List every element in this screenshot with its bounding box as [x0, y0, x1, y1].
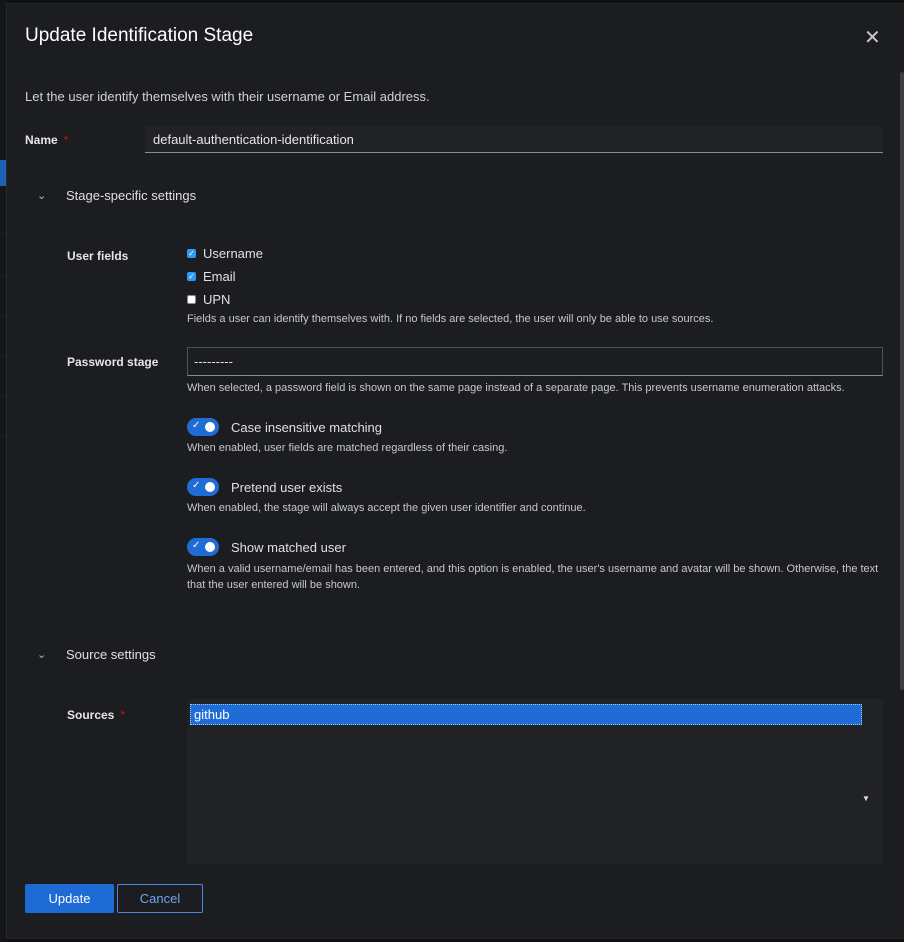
show-matched-user-switch[interactable]: ✓: [187, 538, 219, 556]
checkbox-upn-label: UPN: [203, 292, 231, 307]
pretend-user-exists-label: Pretend user exists: [231, 480, 343, 495]
chevron-down-icon: ⌄: [37, 649, 47, 661]
switch-knob: [205, 422, 215, 432]
chevron-down-icon: ⌄: [37, 190, 47, 202]
switch-knob: [205, 542, 215, 552]
name-label-text: Name: [25, 133, 58, 147]
required-mark: *: [120, 708, 126, 722]
modal-scrollbar[interactable]: [900, 72, 904, 690]
caret-down-icon: ▼: [862, 794, 870, 803]
sources-label: Sources *: [67, 708, 125, 722]
source-option-github[interactable]: github: [190, 704, 862, 725]
modal-title: Update Identification Stage: [25, 25, 254, 46]
sources-multiselect[interactable]: github ▼: [187, 699, 883, 864]
password-stage-help: When selected, a password field is shown…: [187, 382, 845, 394]
backdrop-divider: [0, 395, 6, 396]
backdrop-divider: [0, 315, 6, 316]
source-settings-toggle[interactable]: ⌄ Source settings: [37, 647, 156, 662]
stage-settings-header: Stage-specific settings: [66, 188, 197, 203]
password-stage-label: Password stage: [67, 355, 159, 369]
name-label: Name *: [25, 133, 68, 147]
backdrop-divider: [0, 233, 6, 234]
update-button[interactable]: Update: [25, 884, 114, 913]
checkbox-email-label: Email: [203, 269, 236, 284]
backdrop-divider: [0, 435, 6, 436]
checkbox-upn-row[interactable]: UPN: [187, 292, 230, 307]
checkbox-email-row[interactable]: ✓ Email: [187, 269, 236, 284]
checkbox-upn[interactable]: [187, 295, 196, 304]
backdrop-divider: [0, 275, 6, 276]
user-fields-label: User fields: [67, 249, 129, 263]
backdrop-divider: [0, 355, 6, 356]
show-matched-user-help: When a valid username/email has been ent…: [187, 563, 879, 591]
sources-label-text: Sources: [67, 708, 115, 722]
modal-dialog: Update Identification Stage ✕ Let the us…: [7, 4, 904, 938]
checkbox-username[interactable]: ✓: [187, 249, 196, 258]
source-settings-header: Source settings: [66, 647, 156, 662]
password-stage-select[interactable]: ---------: [187, 347, 883, 376]
stage-settings-toggle[interactable]: ⌄ Stage-specific settings: [37, 188, 196, 203]
name-input[interactable]: [145, 126, 883, 153]
checkbox-email[interactable]: ✓: [187, 272, 196, 281]
user-fields-help: Fields a user can identify themselves wi…: [187, 313, 714, 325]
backdrop-highlight: [0, 160, 6, 186]
close-icon[interactable]: ✕: [864, 28, 881, 48]
case-insensitive-switch[interactable]: ✓: [187, 418, 219, 436]
required-mark: *: [63, 133, 69, 147]
check-icon: ✓: [192, 420, 201, 431]
checkbox-username-row[interactable]: ✓ Username: [187, 246, 263, 261]
check-icon: ✓: [192, 540, 201, 551]
case-insensitive-label: Case insensitive matching: [231, 420, 383, 435]
pretend-user-exists-switch[interactable]: ✓: [187, 478, 219, 496]
show-matched-user-label: Show matched user: [231, 540, 346, 555]
checkbox-username-label: Username: [203, 246, 263, 261]
pretend-user-exists-help: When enabled, the stage will always acce…: [187, 502, 586, 514]
check-icon: ✓: [192, 480, 201, 491]
backdrop: [0, 0, 7, 942]
cancel-button[interactable]: Cancel: [117, 884, 203, 913]
stage-description: Let the user identify themselves with th…: [25, 89, 430, 104]
switch-knob: [205, 482, 215, 492]
case-insensitive-help: When enabled, user fields are matched re…: [187, 442, 508, 454]
